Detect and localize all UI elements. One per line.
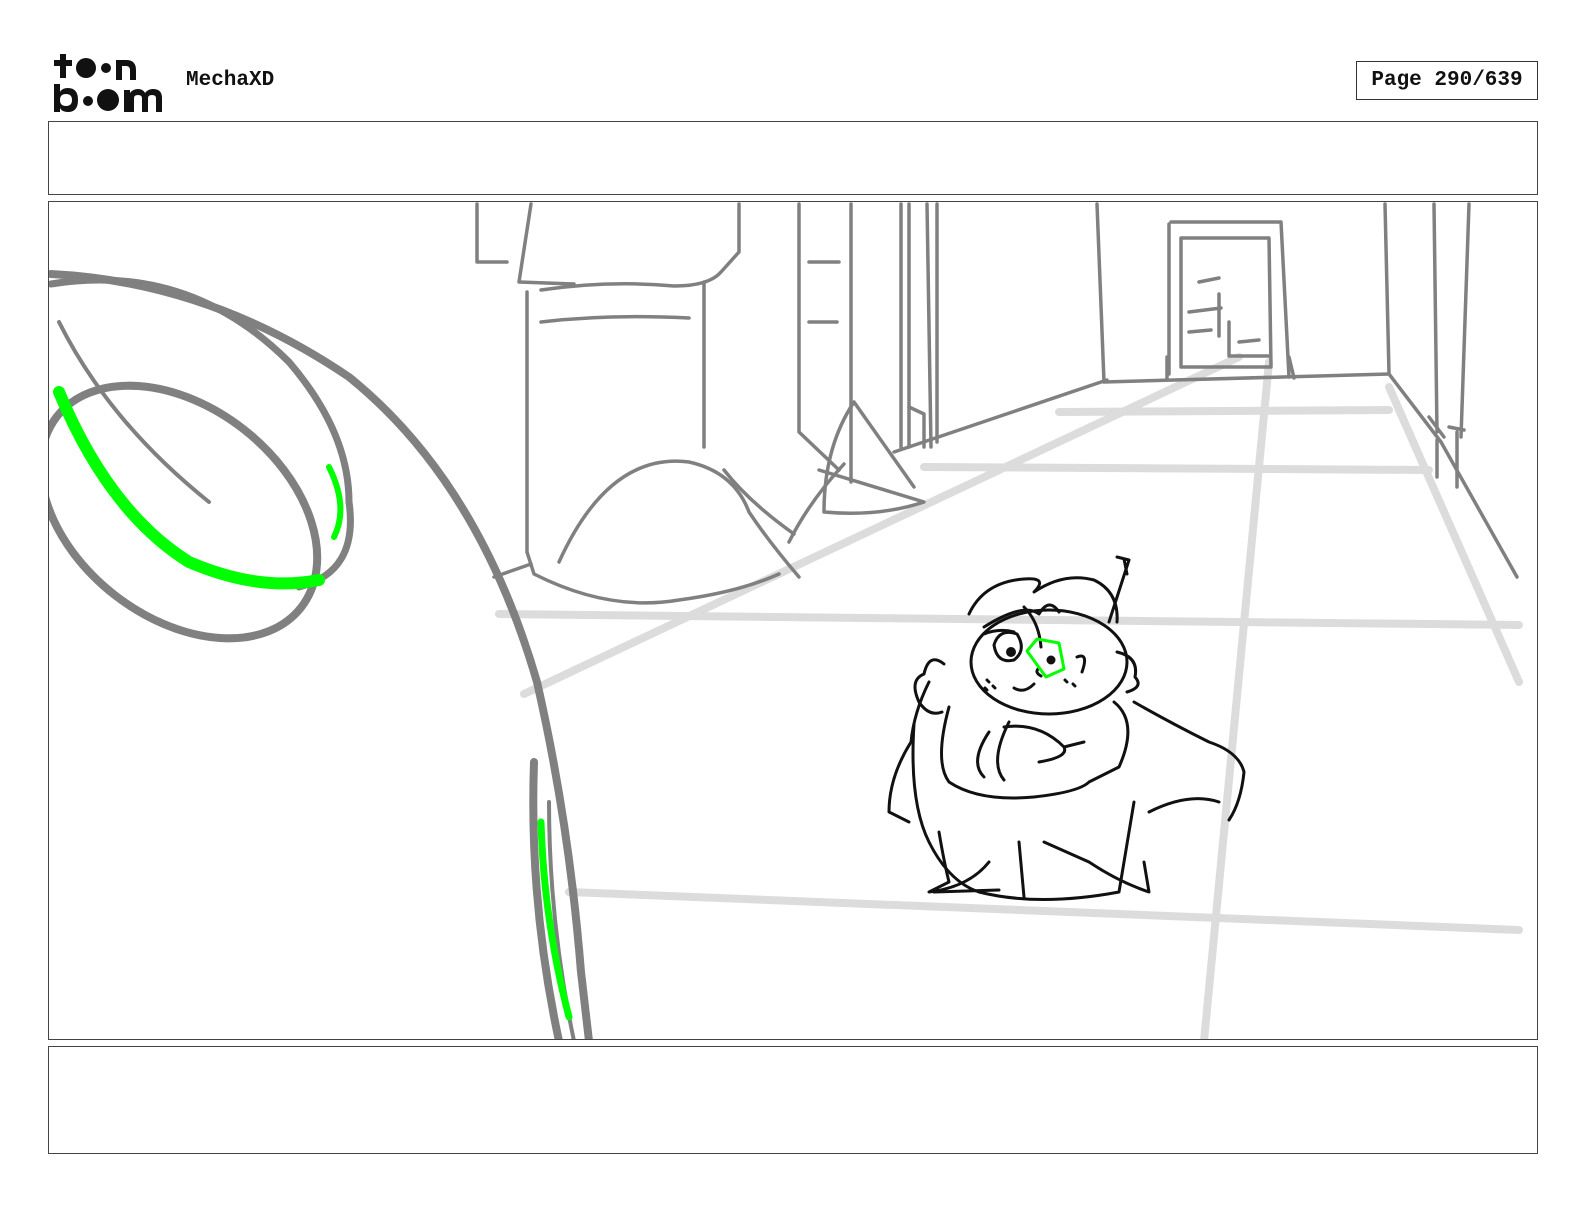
green-marker-box bbox=[1025, 637, 1066, 679]
green-highlight-strokes bbox=[53, 386, 573, 1021]
storyboard-panel bbox=[48, 201, 1538, 1040]
caption-box-top bbox=[48, 121, 1538, 195]
caption-box-bottom bbox=[48, 1046, 1538, 1154]
foreground-robot-ring bbox=[49, 270, 593, 1039]
background-architecture bbox=[475, 202, 1519, 605]
storyboard-sketch bbox=[49, 202, 1523, 1039]
toon-boom-logo bbox=[54, 54, 162, 112]
page-number-badge: Page 290/639 bbox=[1356, 61, 1538, 100]
character-sketch bbox=[887, 555, 1246, 901]
floor-grid bbox=[495, 353, 1523, 1039]
project-title: MechaXD bbox=[186, 69, 275, 92]
